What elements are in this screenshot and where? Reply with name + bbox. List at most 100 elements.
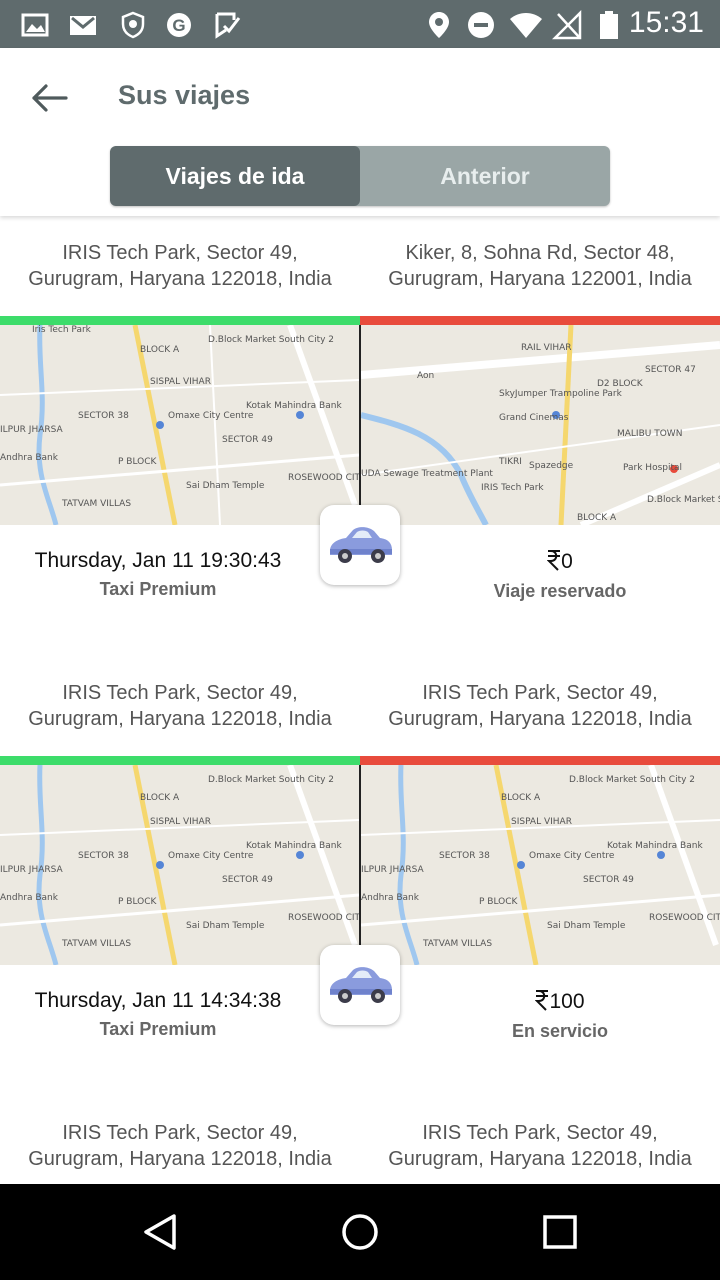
trip-status: En servicio: [511, 1021, 609, 1041]
origin-address: IRIS Tech Park, Sector 49, Gurugram, Har…: [28, 682, 332, 730]
map-label: Omaxe City Centre: [168, 411, 254, 421]
trip-address-row[interactable]: IRIS Tech Park, Sector 49, Gurugram, Har…: [0, 656, 720, 756]
destination-map[interactable]: BLOCK A SISPAL VIHAR SECTOR 38 Omaxe Cit…: [361, 765, 720, 965]
map-label: Omaxe City Centre: [168, 851, 254, 861]
rupee-icon: [546, 550, 561, 571]
trip-fare: 100: [400, 989, 720, 1014]
shield-icon: [121, 11, 145, 39]
trip-fare: 0: [400, 549, 720, 574]
gmail-icon: [70, 16, 96, 35]
map-label: BLOCK A: [140, 793, 180, 803]
map-label: TATVAM VILLAS: [62, 499, 132, 509]
map-label: Park Hospital: [623, 463, 683, 473]
origin-map[interactable]: BLOCK A SISPAL VIHAR SECTOR 38 Omaxe Cit…: [0, 765, 359, 965]
map-label: Kotak Mahindra Bank: [607, 841, 703, 851]
map-label: Andhra Bank: [361, 893, 419, 903]
car-icon: [330, 967, 392, 1003]
map-label: D2 BLOCK: [597, 379, 643, 389]
map-label: ILPUR JHARSA: [0, 865, 63, 875]
grammarly-icon: G: [167, 13, 191, 37]
destination-address: IRIS Tech Park, Sector 49, Gurugram, Har…: [388, 682, 692, 730]
map-label: Sai Dham Temple: [186, 481, 265, 491]
trip-service-type: Taxi Premium: [99, 1019, 217, 1039]
map-label: D.Block Market South City 2: [647, 495, 720, 505]
map-label: Iris Tech Park: [32, 325, 91, 335]
map-label: P BLOCK: [479, 897, 518, 907]
trip-datetime: Thursday, Jan 11 14:34:38: [34, 989, 282, 1012]
battery-icon: [600, 11, 618, 39]
svg-text:G: G: [172, 16, 185, 35]
destination-map[interactable]: RAIL VIHAR Aon SkyJumper Trampoline Park…: [361, 325, 720, 525]
map-label: SECTOR 38: [78, 851, 129, 861]
map-label: UDA Sewage Treatment Plant: [361, 469, 493, 479]
destination-accent-bar: [360, 756, 720, 765]
image-icon: [21, 13, 49, 37]
trip-status: Viaje reservado: [493, 581, 627, 601]
map-label: Andhra Bank: [0, 453, 58, 463]
trip-info[interactable]: Thursday, Jan 11 19:30:43 Taxi Premium 0…: [0, 505, 720, 656]
page-title: Sus viajes: [118, 80, 251, 110]
map-label: Aon: [417, 371, 435, 381]
trip-fare-value: 0: [561, 550, 573, 573]
destination-address: IRIS Tech Park, Sector 49, Gurugram, Har…: [388, 1122, 692, 1170]
map-label: D.Block Market South City 2: [208, 775, 335, 785]
no-signal-icon: [552, 10, 582, 40]
map-label: TIKRI: [499, 457, 522, 467]
map-label: SISPAL VIHAR: [150, 817, 211, 827]
map-label: Kotak Mahindra Bank: [246, 401, 342, 411]
trip-address-row[interactable]: IRIS Tech Park, Sector 49, Gurugram, Har…: [0, 216, 720, 316]
origin-address: IRIS Tech Park, Sector 49, Gurugram, Har…: [28, 1122, 332, 1170]
map-label: ROSEWOOD CITY: [288, 473, 359, 483]
map-label: TATVAM VILLAS: [62, 939, 132, 949]
map-label: BLOCK A: [140, 345, 180, 355]
trip-address-row[interactable]: IRIS Tech Park, Sector 49, Gurugram, Har…: [0, 1096, 720, 1184]
home-nav-icon[interactable]: [340, 1212, 380, 1252]
wifi-icon: [510, 13, 542, 38]
app-bar: Sus viajes Anterior Viajes de ida: [0, 48, 720, 216]
trip-info[interactable]: Thursday, Jan 11 14:34:38 Taxi Premium 1…: [0, 945, 720, 1096]
map-label: BLOCK A: [577, 513, 617, 523]
arrow-left-icon[interactable]: [26, 78, 72, 118]
car-badge: [320, 945, 400, 1025]
car-icon: [330, 527, 392, 563]
location-icon: [429, 12, 449, 38]
trip-card[interactable]: BLOCK A SISPAL VIHAR SECTOR 38 Omaxe Cit…: [0, 756, 720, 1097]
map-label: Grand Cinemas: [499, 413, 569, 423]
map-label: D.Block Market South City 2: [569, 775, 696, 785]
back-nav-icon[interactable]: [140, 1212, 180, 1252]
map-label: Andhra Bank: [0, 893, 58, 903]
map-label: D.Block Market South City 2: [208, 335, 335, 345]
trips-list[interactable]: IRIS Tech Park, Sector 49, Gurugram, Har…: [0, 216, 720, 1184]
map-label: MALIBU TOWN: [617, 429, 683, 439]
trip-tabs: Anterior Viajes de ida: [110, 146, 610, 206]
map-label: BLOCK A: [501, 793, 541, 803]
map-label: SECTOR 38: [439, 851, 490, 861]
recents-nav-icon[interactable]: [540, 1212, 580, 1252]
trip-datetime: Thursday, Jan 11 19:30:43: [34, 549, 282, 572]
trip-service-type: Taxi Premium: [99, 579, 217, 599]
map-label: RAIL VIHAR: [521, 343, 572, 353]
destination-address: Kiker, 8, Sohna Rd, Sector 48, Gurugram,…: [388, 242, 692, 290]
origin-accent-bar: [0, 756, 360, 765]
map-label: SkyJumper Trampoline Park: [499, 389, 622, 399]
map-label: SECTOR 49: [583, 875, 634, 885]
do-not-disturb-icon: [468, 12, 494, 38]
check-icon: [215, 12, 241, 39]
trip-card[interactable]: BLOCK A SISPAL VIHAR SECTOR 38 Omaxe Cit…: [0, 316, 720, 657]
map-label: Sai Dham Temple: [186, 921, 265, 931]
map-label: Spazedge: [529, 461, 574, 471]
map-label: P BLOCK: [118, 457, 157, 467]
origin-map[interactable]: BLOCK A SISPAL VIHAR SECTOR 38 Omaxe Cit…: [0, 325, 359, 525]
car-badge: [320, 505, 400, 585]
tab-viajes-de-ida[interactable]: Viajes de ida: [110, 146, 360, 206]
map-label: SISPAL VIHAR: [511, 817, 572, 827]
map-label: ROSEWOOD CITY: [649, 913, 720, 923]
map-label: SECTOR 47: [645, 365, 696, 375]
map-label: SISPAL VIHAR: [150, 377, 211, 387]
destination-accent-bar: [360, 316, 720, 325]
origin-address: IRIS Tech Park, Sector 49, Gurugram, Har…: [28, 242, 332, 290]
map-label: ROSEWOOD CITY: [288, 913, 359, 923]
tab-anterior[interactable]: Anterior: [360, 146, 610, 206]
navigation-bar: [0, 1184, 720, 1280]
status-bar: G 15:31: [0, 0, 720, 48]
